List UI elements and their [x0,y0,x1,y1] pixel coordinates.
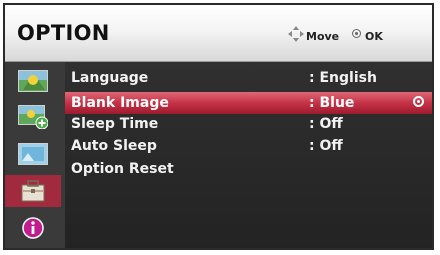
ok-hint-label: OK [365,30,383,43]
screen-icon [18,143,48,165]
menu-item-blank-image[interactable]: Blank Image : Blue [65,92,432,114]
osd-window: OPTION Move OK Language: English Blank … [3,3,434,250]
move-hint-label: Move [306,30,340,43]
menu-header: OPTION Move OK [5,5,432,62]
menu-item-label: Option Reset [71,161,174,177]
menu-item-language[interactable]: Language : English [65,67,432,89]
menu-item-sleep-time[interactable]: Sleep Time : Off [65,113,432,135]
option-toolbox-icon [21,180,45,202]
ok-circle-icon [352,29,361,38]
four-way-arrow-icon [288,26,304,42]
menu-title: OPTION [17,21,110,45]
menu-item-label: Sleep Time [71,116,159,132]
menu-item-value: : Off [309,116,343,132]
move-hint: Move [288,26,340,43]
menu-item-label: Auto Sleep [71,138,157,154]
ok-hint: OK [352,29,383,43]
menu-item-value: : Blue [309,95,355,111]
option-menu-list: Language : English Blank Image : Blue Sl… [65,62,432,248]
menu-item-label: Blank Image [71,95,169,111]
sidebar-item-option[interactable] [5,175,61,207]
menu-item-option-reset[interactable]: Option Reset [65,158,432,180]
info-icon [22,217,44,239]
sidebar-item-info[interactable] [5,212,61,244]
category-sidebar [5,62,65,248]
menu-item-auto-sleep[interactable]: Auto Sleep : Off [65,135,432,157]
picture-icon [18,70,48,92]
sidebar-item-picture-adjust[interactable] [5,101,61,133]
selected-radio-icon [413,96,424,107]
sidebar-item-screen[interactable] [5,138,61,170]
menu-item-value: : Off [309,138,343,154]
menu-item-label: Language [71,70,149,86]
sidebar-item-picture[interactable] [5,65,61,97]
picture-adjust-icon [18,105,48,129]
menu-item-value: : English [309,70,377,86]
